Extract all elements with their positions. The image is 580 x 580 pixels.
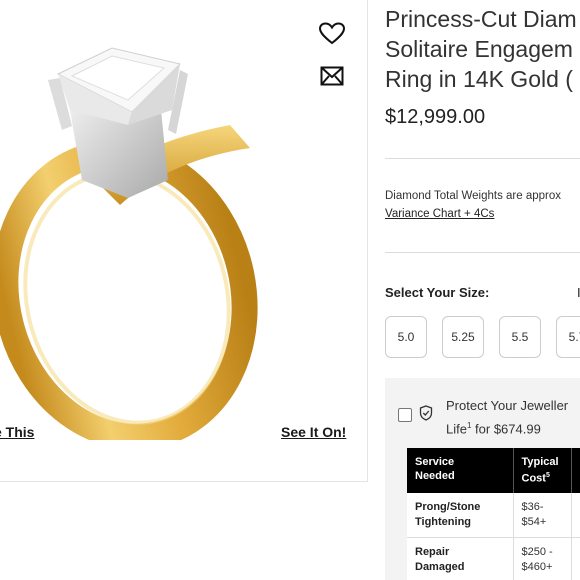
table-header: Typical Cost5 [512, 448, 571, 493]
product-title: Princess-Cut Diam Solitaire Engagem Ring… [385, 4, 580, 94]
table-cell: $250 - $460+ [513, 537, 572, 580]
table-cell: Prong/Stone Tightening [407, 492, 514, 538]
size-label: Select Your Size: [385, 285, 490, 300]
table-row: Repair Damaged $250 - $460+ [407, 537, 580, 580]
product-title-line: Princess-Cut Diam [385, 6, 577, 32]
product-image-panel: e This See It On! [0, 0, 368, 482]
share-link[interactable]: e This [0, 424, 34, 440]
shield-icon [419, 405, 433, 421]
table-header-row: Service Needed Typical Cost5 [407, 448, 580, 493]
size-option[interactable]: 5.5 [499, 316, 541, 358]
protection-life-label: Life [446, 421, 467, 437]
heart-icon[interactable] [316, 18, 348, 50]
protection-price: for $674.99 [471, 421, 541, 437]
table-row: Prong/Stone Tightening $36- $54+ [407, 492, 580, 538]
protection-plan: Protect Your Jeweller Life1 for $674.99 … [385, 378, 580, 580]
weights-note: Diamond Total Weights are approx [385, 190, 562, 202]
product-title-line: Solitaire Engagem [385, 36, 573, 62]
size-option[interactable]: 5.25 [442, 316, 484, 358]
size-option[interactable]: 5.7 [556, 316, 580, 358]
divider [385, 158, 580, 159]
protection-line: Protect Your Jeweller [446, 398, 569, 413]
table-cell: $36- $54+ [513, 492, 572, 538]
service-table: Service Needed Typical Cost5 Prong/Stone Ti… [407, 448, 580, 580]
protection-checkbox[interactable] [398, 408, 412, 422]
table-cell: Repair Damaged [407, 537, 514, 580]
table-cell [571, 537, 580, 580]
table-cell [571, 492, 580, 538]
size-options: 5.0 5.25 5.5 5.7 [385, 316, 580, 358]
variance-chart-link[interactable]: Variance Chart + 4Cs [385, 208, 494, 220]
footnote-marker: 5 [545, 472, 550, 479]
see-it-on-link[interactable]: See It On! [281, 424, 346, 440]
table-header: Service Needed [407, 448, 513, 493]
protection-line: Life1 for $674.99 [446, 416, 568, 439]
size-option[interactable]: 5.0 [385, 316, 427, 358]
product-info: Princess-Cut Diam Solitaire Engagem Ring… [385, 0, 580, 580]
mail-icon[interactable] [316, 60, 348, 92]
divider [385, 252, 580, 253]
table-header [570, 448, 580, 493]
product-title-line: Ring in 14K Gold ( [385, 66, 573, 92]
protection-text: Protect Your Jeweller Life1 for $674.99 [446, 396, 568, 439]
product-image[interactable] [0, 30, 300, 440]
product-price: $12,999.00 [385, 106, 486, 128]
